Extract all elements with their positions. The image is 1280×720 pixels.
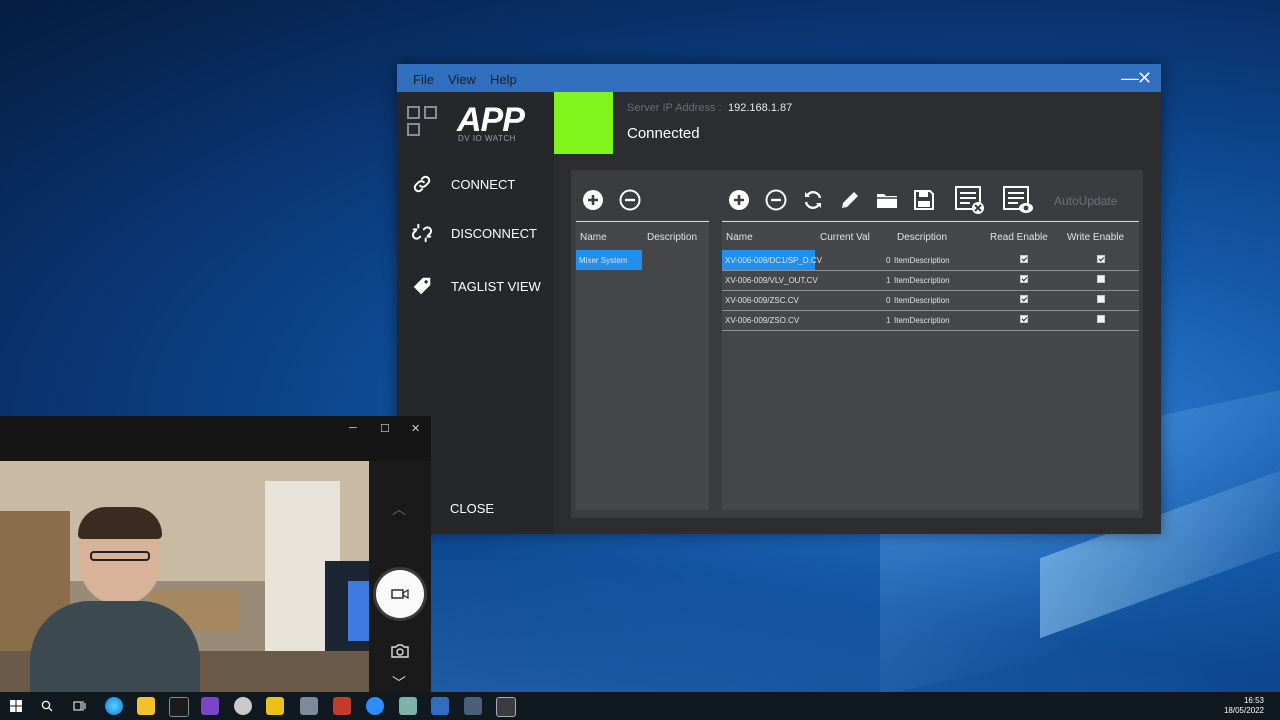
- sidebar-item-label: CONNECT: [451, 176, 516, 192]
- column-header-description[interactable]: Description: [897, 232, 947, 243]
- chevron-up-icon[interactable]: ︿: [392, 499, 406, 519]
- connection-status-indicator: [554, 92, 613, 154]
- chevron-down-icon[interactable]: ﹀: [392, 673, 406, 693]
- column-header-current-val[interactable]: Current Val: [820, 232, 870, 243]
- webcam-video-feed: [0, 461, 369, 692]
- windows-start-icon[interactable]: [10, 700, 22, 712]
- edit-icon[interactable]: [838, 188, 862, 212]
- column-header-name[interactable]: Name: [580, 232, 607, 243]
- read-enable-checkbox[interactable]: [1020, 295, 1028, 303]
- column-header-description[interactable]: Description: [647, 232, 697, 243]
- camera-minimize-button[interactable]: ─: [349, 422, 357, 434]
- edge-browser-icon[interactable]: [105, 697, 123, 715]
- column-header-write-enable[interactable]: Write Enable: [1067, 232, 1124, 243]
- refresh-icon[interactable]: [801, 188, 825, 212]
- app-icon[interactable]: [234, 697, 252, 715]
- link-icon: [413, 175, 431, 193]
- camera-window: ─ ☐ ✕ ︿ ﹀: [0, 416, 431, 692]
- sticky-notes-icon[interactable]: [266, 697, 284, 715]
- read-enable-checkbox[interactable]: [1020, 255, 1028, 263]
- table-row[interactable]: XV-006-009/ZSO.CV 1 ItemDescription: [722, 310, 1139, 331]
- tag-current-value: 1: [886, 316, 891, 325]
- write-enable-checkbox[interactable]: [1097, 295, 1105, 303]
- add-group-icon[interactable]: [581, 188, 605, 212]
- toolbar-divider: [722, 221, 1139, 222]
- taskbar: 16:53 18/05/2022: [0, 692, 1280, 720]
- tag-name: XV-006-009/ZSO.CV: [725, 316, 800, 325]
- tag-current-value: 0: [886, 296, 891, 305]
- tag-name: XV-006-009/VLV_OUT.CV: [725, 276, 818, 285]
- app-icon[interactable]: [399, 697, 417, 715]
- sidebar-item-label: TAGLIST VIEW: [451, 278, 541, 294]
- broken-link-icon: [411, 223, 433, 243]
- tag-name: XV-006-009/DC1/SP_D.CV: [725, 256, 822, 265]
- read-enable-checkbox[interactable]: [1020, 315, 1028, 323]
- app-icon[interactable]: [333, 697, 351, 715]
- app-icon[interactable]: [464, 697, 482, 715]
- close-window-button[interactable]: ✕: [1137, 68, 1152, 88]
- remove-tag-icon[interactable]: [764, 188, 788, 212]
- terminal-icon[interactable]: [169, 697, 189, 717]
- tag-name: XV-006-009/ZSC.CV: [725, 296, 799, 305]
- table-row[interactable]: XV-006-009/DC1/SP_D.CV 0 ItemDescription: [722, 250, 1139, 271]
- dv-io-watch-taskbar-icon[interactable]: [496, 697, 516, 717]
- table-row[interactable]: XV-006-009/ZSC.CV 0 ItemDescription: [722, 290, 1139, 311]
- zoom-icon[interactable]: [366, 697, 384, 715]
- add-tag-icon[interactable]: [727, 188, 751, 212]
- table-row[interactable]: XV-006-009/VLV_OUT.CV 1 ItemDescription: [722, 270, 1139, 291]
- read-enable-checkbox[interactable]: [1020, 275, 1028, 283]
- main-content: Name Description Mixer System Name Curre…: [571, 170, 1143, 518]
- server-ip-label: Server IP Address :: [627, 102, 722, 114]
- video-camera-icon: [391, 588, 409, 600]
- tag-description: ItemDescription: [894, 316, 950, 325]
- title-bar[interactable]: File View Help — ✕: [397, 64, 1161, 92]
- visual-studio-icon[interactable]: [201, 697, 219, 715]
- tag-description: ItemDescription: [894, 296, 950, 305]
- remove-group-icon[interactable]: [618, 188, 642, 212]
- sidebar-item-close[interactable]: CLOSE: [450, 501, 494, 516]
- open-folder-icon[interactable]: [875, 188, 899, 212]
- tag-icon: [413, 277, 431, 295]
- save-icon[interactable]: [912, 188, 936, 212]
- sidebar-item-connect[interactable]: CONNECT: [411, 169, 515, 199]
- search-icon[interactable]: [41, 700, 53, 712]
- menu-help[interactable]: Help: [490, 72, 517, 87]
- sidebar-item-label: DISCONNECT: [451, 225, 537, 241]
- group-name: Mixer System: [579, 256, 628, 265]
- toolbar-divider: [576, 221, 709, 222]
- watch-list-icon[interactable]: [1002, 184, 1034, 216]
- app-window: File View Help — ✕ APP DV IO WATCH CONNE…: [397, 64, 1161, 534]
- camera-close-button[interactable]: ✕: [411, 422, 420, 435]
- camera-maximize-button[interactable]: ☐: [380, 422, 390, 435]
- table-row[interactable]: Mixer System: [576, 250, 709, 270]
- write-enable-checkbox[interactable]: [1097, 275, 1105, 283]
- server-ip-value: 192.168.1.87: [728, 102, 793, 114]
- logo-grid-icon: [407, 106, 443, 142]
- record-video-button[interactable]: [376, 570, 424, 618]
- column-header-name[interactable]: Name: [726, 232, 753, 243]
- write-enable-checkbox[interactable]: [1097, 255, 1105, 263]
- tag-current-value: 1: [886, 276, 891, 285]
- clock-time: 16:53: [1243, 696, 1264, 705]
- menu-view[interactable]: View: [448, 72, 476, 87]
- column-header-read-enable[interactable]: Read Enable: [990, 232, 1048, 243]
- tag-current-value: 0: [886, 256, 891, 265]
- clear-list-icon[interactable]: [954, 184, 986, 216]
- connection-status-text: Connected: [627, 125, 700, 142]
- app-logo-subtitle: DV IO WATCH: [458, 134, 516, 143]
- clock-date: 18/05/2022: [1223, 706, 1264, 715]
- camera-app-icon[interactable]: [300, 697, 318, 715]
- menu-file[interactable]: File: [413, 72, 434, 87]
- tag-description: ItemDescription: [894, 256, 950, 265]
- write-enable-checkbox[interactable]: [1097, 315, 1105, 323]
- sidebar-item-taglist-view[interactable]: TAGLIST VIEW: [411, 271, 541, 301]
- photo-camera-icon[interactable]: [390, 643, 410, 659]
- file-explorer-icon[interactable]: [137, 697, 155, 715]
- task-view-icon[interactable]: [73, 700, 86, 712]
- autoupdate-toggle[interactable]: AutoUpdate: [1054, 194, 1117, 208]
- tag-description: ItemDescription: [894, 276, 950, 285]
- sidebar-item-disconnect[interactable]: DISCONNECT: [411, 218, 537, 248]
- system-clock[interactable]: 16:53 18/05/2022: [1224, 696, 1264, 716]
- app-icon[interactable]: [431, 697, 449, 715]
